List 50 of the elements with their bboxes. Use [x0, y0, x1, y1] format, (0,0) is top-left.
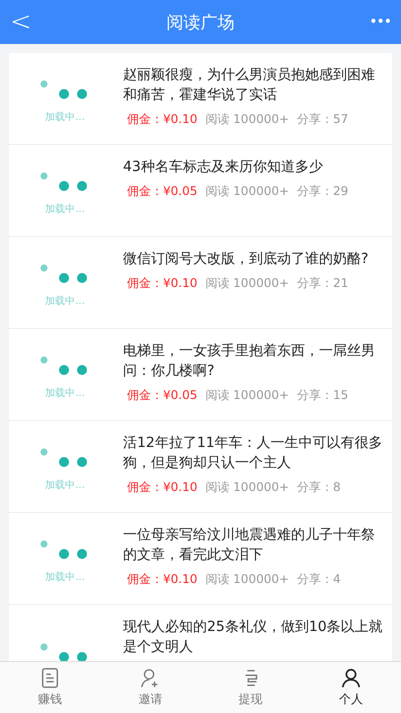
loading-text: 加载中... — [45, 386, 85, 400]
tab[interactable]: 个人 — [300, 662, 401, 713]
read-count: 阅读 100000+ — [205, 571, 290, 588]
article-title: 43种名车标志及来历你知道多少 — [123, 158, 324, 177]
article-title: 活12年拉了11年车：人一生中可以有很多狗，但是狗却只认一个主人 — [123, 434, 384, 473]
article-title: 一位母亲写给汶川地震遇难的儿子十年祭的文章，看完此文泪下 — [123, 526, 376, 565]
commission-text: 佣金：¥0.05 — [127, 183, 198, 200]
article-title: 电梯里，一女孩手里抱着东西，一屌丝男问：你几楼啊? — [123, 342, 376, 381]
loading-icon — [40, 356, 90, 378]
article-title: 微信订阅号大改版，到底动了谁的奶酪? — [123, 250, 370, 269]
article-title: 赵丽颖很瘦，为什么男演员抱她感到困难和痛苦，霍建华说了实话 — [123, 66, 376, 105]
article-item[interactable]: 加载中... 微信订阅号大改版，到底动了谁的奶酪? 佣金：¥0.10 阅读 100000+ 分享：21 — [9, 237, 392, 329]
share-count: 分享：8 — [297, 479, 341, 496]
share-count: 分享：21 — [297, 275, 348, 292]
loading-text: 加载中... — [45, 570, 85, 584]
read-count: 阅读 100000+ — [205, 479, 290, 496]
commission-text: 佣金：¥0.05 — [127, 387, 198, 404]
read-count: 阅读 100000+ — [205, 111, 290, 128]
loading-text: 加载中... — [45, 202, 85, 216]
page-title: 阅读广场 — [166, 12, 234, 34]
share-count: 分享：57 — [297, 111, 348, 128]
article-title: 现代人必知的25条礼仪，做到10条以上就是个文明人 — [123, 618, 384, 657]
loading-icon — [40, 264, 90, 286]
loading-icon — [40, 80, 90, 102]
article-item[interactable]: 加载中... 43种名车标志及来历你知道多少 佣金：¥0.05 阅读 100000+ 分享：29 — [9, 145, 392, 237]
loading-text: 加载中... — [45, 478, 85, 492]
commission-text: 佣金：¥0.10 — [127, 479, 198, 496]
share-count: 分享：29 — [297, 183, 348, 200]
read-count: 阅读 100000+ — [205, 183, 290, 200]
commission-text: 佣金：¥0.10 — [127, 571, 198, 588]
loading-icon — [40, 540, 90, 562]
loading-icon — [40, 642, 90, 661]
article-item[interactable]: 加载中... 一位母亲写给汶川地震遇难的儿子十年祭的文章，看完此文泪下 佣金：¥0.10 阅读 100000+ 分享：4 — [9, 513, 392, 605]
article-item[interactable]: 加载中... 活12年拉了11年车：人一生中可以有很多狗，但是狗却只认一个主人 佣金：¥0.10 阅读 100000+ 分享：8 — [9, 421, 392, 513]
tab[interactable]: 邀请 — [100, 662, 200, 713]
loading-text: 加载中... — [45, 294, 85, 308]
share-count: 分享：15 — [297, 387, 348, 404]
share-count: 分享：4 — [297, 571, 341, 588]
tab[interactable]: 赚钱 — [0, 662, 100, 713]
tab[interactable]: 提现 — [200, 662, 301, 713]
commission-text: 佣金：¥0.10 — [127, 111, 198, 128]
loading-icon — [40, 448, 90, 470]
commission-text: 佣金：¥0.10 — [127, 275, 198, 292]
person-icon — [340, 667, 362, 689]
read-count: 阅读 100000+ — [205, 387, 290, 404]
article-item[interactable]: 加载中... 电梯里，一女孩手里抱着东西，一屌丝男问：你几楼啊? 佣金：¥0.05 阅读 100000+ 分享：15 — [9, 329, 392, 421]
read-count: 阅读 100000+ — [205, 275, 290, 292]
article-item[interactable]: 加载中... 赵丽颖很瘦，为什么男演员抱她感到困难和痛苦，霍建华说了实话 佣金：¥0.10 阅读 100000+ 分享：57 — [9, 53, 392, 145]
loading-icon — [40, 172, 90, 194]
loading-text: 加载中... — [45, 110, 85, 124]
